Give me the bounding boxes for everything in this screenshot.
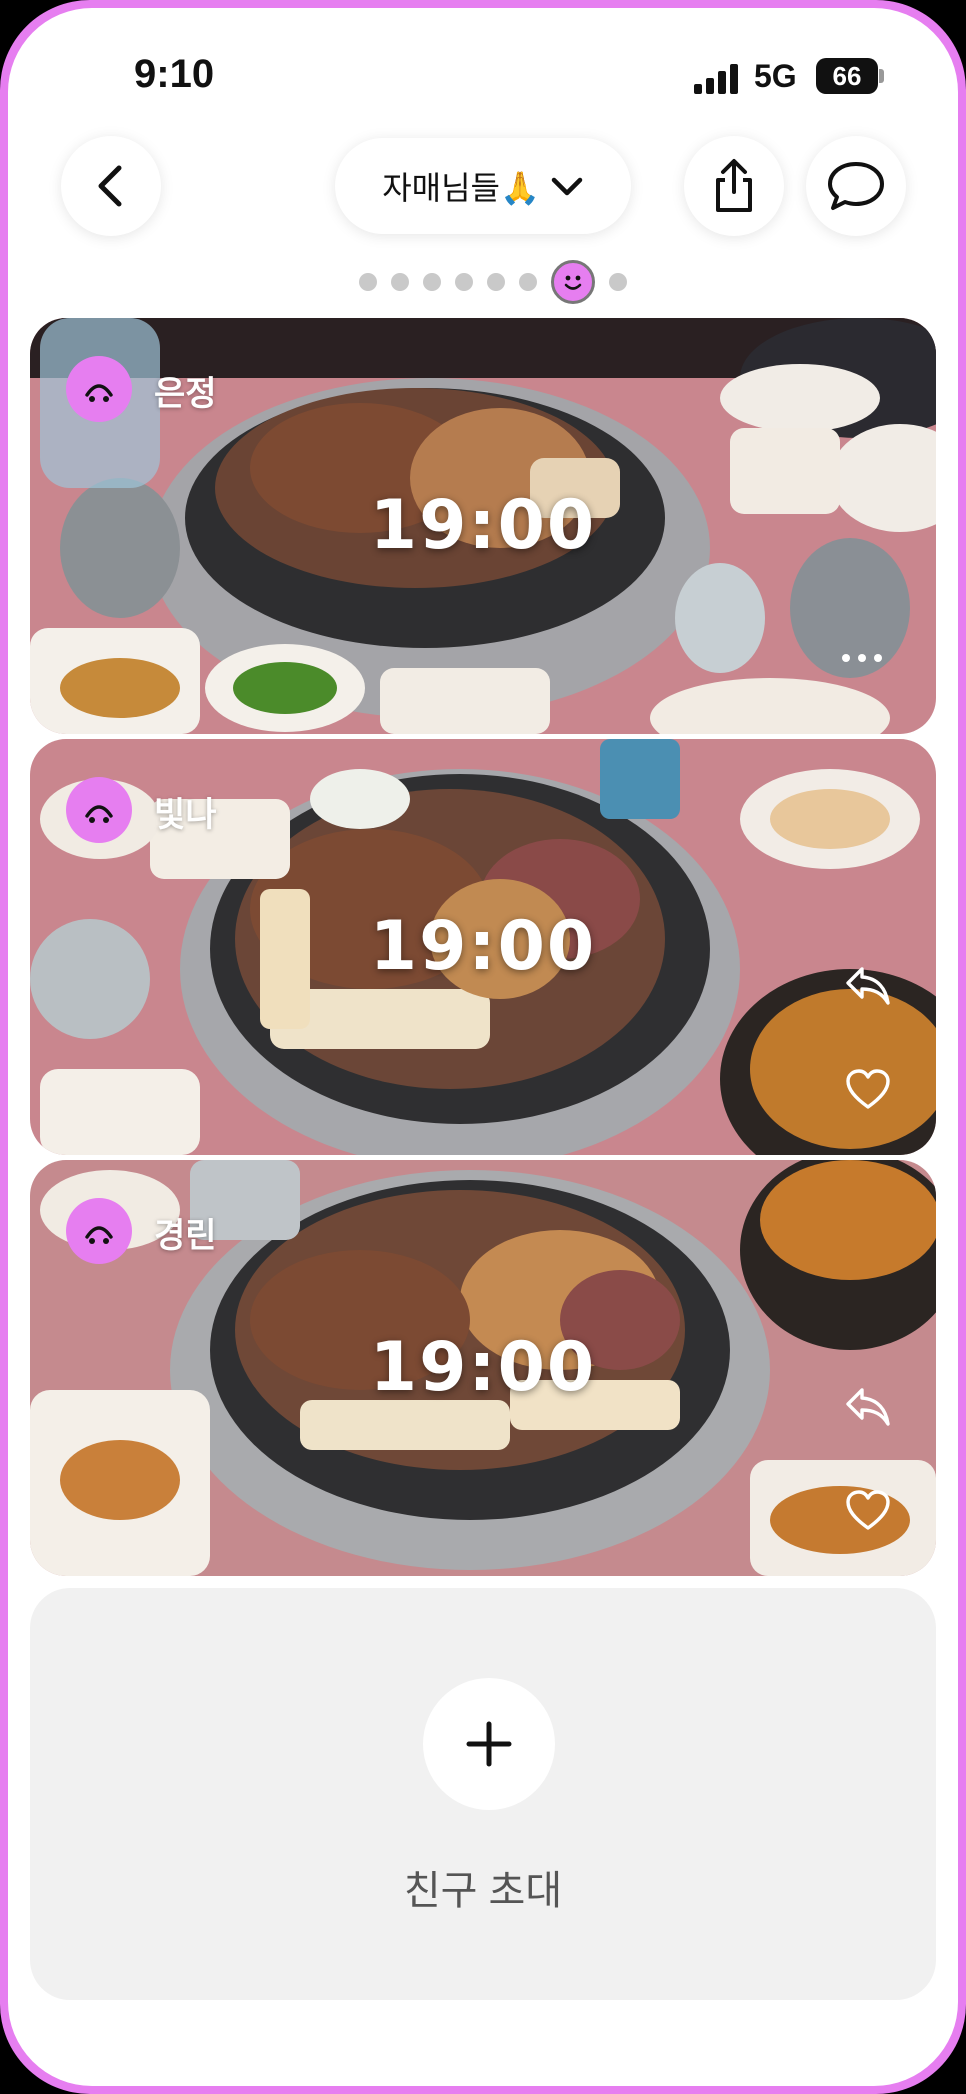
upside-down-smiley-icon <box>85 805 113 823</box>
page-dot[interactable] <box>423 273 441 291</box>
chat-button[interactable] <box>806 136 906 236</box>
plus-icon <box>466 1721 512 1767</box>
page-dot[interactable] <box>487 273 505 291</box>
page-dot[interactable] <box>609 273 627 291</box>
chat-bubble-icon <box>828 162 884 210</box>
photo-time: 19:00 <box>369 486 597 565</box>
share-icon <box>716 159 752 212</box>
group-selector[interactable]: 자매님들🙏 <box>335 138 631 234</box>
screen: 9:10 5G 66 자매님들🙏 은정 19:00 빛나 19:00 경린 19… <box>8 8 958 2086</box>
group-name: 자매님들🙏 <box>382 170 540 206</box>
upside-down-smiley-icon <box>85 384 113 402</box>
page-dot[interactable] <box>391 273 409 291</box>
photo-card[interactable]: 경린 19:00 <box>30 1160 936 1576</box>
more-options-icon[interactable] <box>842 648 892 668</box>
battery-level: 66 <box>816 58 878 94</box>
photo-card[interactable]: 빛나 19:00 <box>30 739 936 1155</box>
avatar[interactable] <box>66 777 132 843</box>
photo-card[interactable]: 은정 19:00 <box>30 318 936 734</box>
chevron-down-icon <box>551 177 583 196</box>
photo-time: 19:00 <box>369 907 597 986</box>
reply-icon[interactable] <box>842 1384 892 1428</box>
invite-button[interactable] <box>423 1678 555 1810</box>
photo-time: 19:00 <box>369 1328 597 1407</box>
reply-icon[interactable] <box>842 963 892 1007</box>
author-name: 경린 <box>154 1217 217 1255</box>
signal-icon <box>694 64 738 94</box>
status-bar: 9:10 5G 66 <box>8 8 958 128</box>
smiley-icon <box>564 275 582 290</box>
upside-down-smiley-icon <box>85 1226 113 1244</box>
battery-icon: 66 <box>816 58 884 94</box>
heart-icon[interactable] <box>844 1067 892 1111</box>
status-time: 9:10 <box>134 52 215 96</box>
chevron-left-icon <box>98 165 122 207</box>
phone-frame: 9:10 5G 66 자매님들🙏 은정 19:00 빛나 19:00 경린 19… <box>0 0 966 2094</box>
page-dot[interactable] <box>455 273 473 291</box>
heart-icon[interactable] <box>844 1488 892 1532</box>
network-label: 5G <box>754 58 797 94</box>
page-dot[interactable] <box>519 273 537 291</box>
invite-friend-card[interactable]: 친구 초대 <box>30 1588 936 2000</box>
author-name: 빛나 <box>154 796 217 834</box>
avatar[interactable] <box>66 356 132 422</box>
battery-tip <box>879 69 884 83</box>
share-button[interactable] <box>684 136 784 236</box>
page-dot[interactable] <box>359 273 377 291</box>
invite-label: 친구 초대 <box>403 1869 563 1913</box>
back-button[interactable] <box>61 136 161 236</box>
author-name: 은정 <box>154 375 217 413</box>
page-dot-active[interactable] <box>551 260 595 304</box>
page-indicator <box>8 260 958 304</box>
avatar[interactable] <box>66 1198 132 1264</box>
